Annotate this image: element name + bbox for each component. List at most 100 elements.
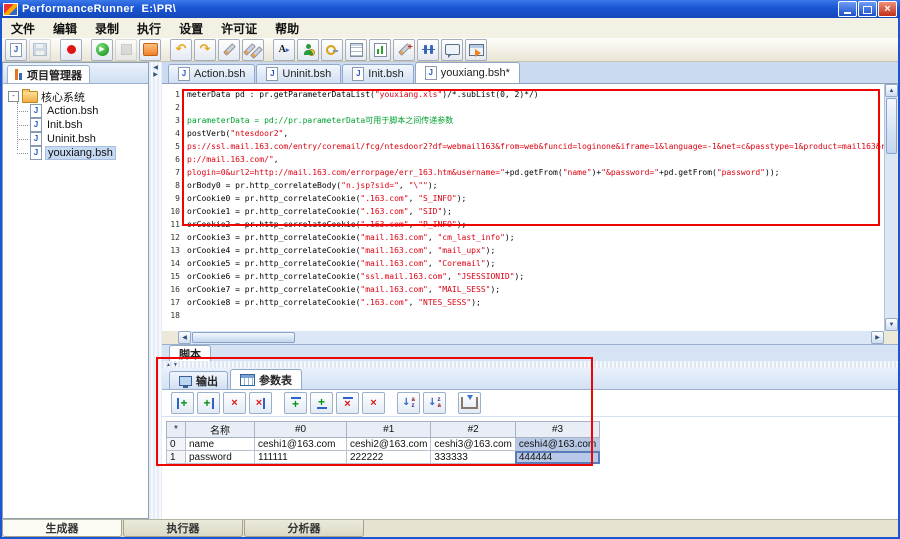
line-number: 10 xyxy=(162,205,180,218)
table-cell[interactable]: ceshi1@163.com xyxy=(255,438,347,451)
column-header[interactable]: * xyxy=(167,422,186,438)
tab-param-table[interactable]: 参数表 xyxy=(230,369,302,389)
tab-uninit[interactable]: JUninit.bsh xyxy=(256,64,341,83)
code-area[interactable]: meterData pd : pr.getParameterDataList("… xyxy=(187,88,884,331)
new-script-button[interactable]: J xyxy=(5,39,27,61)
insert-col-before-button[interactable]: + xyxy=(171,392,194,414)
tab-action[interactable]: JAction.bsh xyxy=(168,64,255,83)
row-index-cell[interactable]: 0 xyxy=(167,438,186,451)
tab-script[interactable]: 脚本 xyxy=(169,345,211,361)
horizontal-scroll-thumb[interactable] xyxy=(192,332,295,343)
code-line: orCookie5 = pr.http_correlateCookie("mai… xyxy=(187,257,884,270)
column-header[interactable]: #2 xyxy=(431,422,515,438)
vertical-splitter[interactable]: ◀ ▶ xyxy=(149,62,162,519)
scroll-up-icon[interactable]: ▲ xyxy=(885,84,898,97)
slider-settings-button[interactable] xyxy=(417,39,439,61)
menu-record[interactable]: 录制 xyxy=(86,20,128,37)
collapse-right-icon[interactable]: ▶ xyxy=(153,72,158,79)
vertical-scroll-thumb[interactable] xyxy=(886,98,897,154)
collapse-icon[interactable]: - xyxy=(8,91,19,102)
tree-item-init-bsh[interactable]: JInit.bsh xyxy=(17,118,146,132)
code-editor[interactable]: 123456789101112131415161718 meterData pd… xyxy=(162,84,884,331)
font-button[interactable]: A▸ xyxy=(273,39,295,61)
tab-generator[interactable]: 生成器 xyxy=(2,520,122,537)
menu-file[interactable]: 文件 xyxy=(2,20,44,37)
code-line: orCookie2 = pr.http_correlateCookie(".16… xyxy=(187,218,884,231)
tab-analyzer[interactable]: 分析器 xyxy=(244,520,364,537)
table-cell[interactable]: ceshi2@163.com xyxy=(347,438,431,451)
table-cell[interactable]: 111111 xyxy=(255,451,347,464)
insert-row-above-button[interactable]: + xyxy=(284,392,307,414)
line-number: 9 xyxy=(162,192,180,205)
tab-output[interactable]: 输出 xyxy=(169,371,228,389)
column-header[interactable]: #3 xyxy=(515,422,599,438)
comment-button[interactable] xyxy=(441,39,463,61)
column-header[interactable]: #0 xyxy=(255,422,347,438)
undo-button[interactable]: ↶ xyxy=(170,39,192,61)
close-button[interactable]: × xyxy=(878,1,897,17)
insert-col-after-button[interactable]: + xyxy=(197,392,220,414)
run-button[interactable]: ▶ xyxy=(91,39,113,61)
table-cell[interactable]: 333333 xyxy=(431,451,515,464)
scroll-right-icon[interactable]: ▶ xyxy=(871,331,884,344)
menu-help[interactable]: 帮助 xyxy=(266,20,308,37)
table-cell[interactable]: ceshi4@163.com xyxy=(515,438,599,451)
tab-executor[interactable]: 执行器 xyxy=(123,520,243,537)
tree-item-youxiang-bsh[interactable]: Jyouxiang.bsh xyxy=(17,146,146,160)
edit-form-button[interactable] xyxy=(345,39,367,61)
sort-desc-button[interactable]: ↓za xyxy=(423,392,446,414)
sort-asc-button[interactable]: ↓az xyxy=(397,392,420,414)
delete-row-button[interactable]: × xyxy=(336,392,359,414)
delete-col-button[interactable]: × xyxy=(223,392,246,414)
export-icon xyxy=(469,44,484,56)
tree-root[interactable]: - 核心系统 xyxy=(8,89,146,104)
export-window-button[interactable] xyxy=(465,39,487,61)
insert-row-below-button[interactable]: + xyxy=(310,392,333,414)
collapse-down-icon[interactable]: ▼ xyxy=(173,362,178,368)
insert-multi-function-button[interactable] xyxy=(242,39,264,61)
tab-init[interactable]: JInit.bsh xyxy=(342,64,413,83)
code-line xyxy=(187,309,884,322)
table-cell[interactable]: 222222 xyxy=(347,451,431,464)
restore-button[interactable] xyxy=(858,1,877,17)
menu-license[interactable]: 许可证 xyxy=(212,20,266,37)
tree-item-uninit-bsh[interactable]: JUninit.bsh xyxy=(17,132,146,146)
row-index-cell[interactable]: 1 xyxy=(167,451,186,464)
scroll-left-icon[interactable]: ◀ xyxy=(178,331,191,344)
delete-rows-button[interactable]: × xyxy=(362,392,385,414)
editor-horizontal-scrollbar[interactable]: ◀ ▶ xyxy=(178,331,884,344)
code-line: orCookie3 = pr.http_correlateCookie("mai… xyxy=(187,231,884,244)
collapse-up-icon[interactable]: ▲ xyxy=(166,362,171,368)
pause-button[interactable] xyxy=(139,39,161,61)
menu-settings[interactable]: 设置 xyxy=(170,20,212,37)
record-button[interactable] xyxy=(60,39,82,61)
collapse-left-icon[interactable]: ◀ xyxy=(153,65,158,72)
column-header[interactable]: 名称 xyxy=(186,422,255,438)
table-cell[interactable]: password xyxy=(186,451,255,464)
erase-button[interactable]: × xyxy=(393,39,415,61)
tab-youxiang[interactable]: Jyouxiang.bsh* xyxy=(415,62,520,83)
report-button[interactable] xyxy=(369,39,391,61)
save-icon xyxy=(33,43,47,56)
table-cell[interactable]: ceshi3@163.com xyxy=(431,438,515,451)
column-header[interactable]: #1 xyxy=(347,422,431,438)
table-cell[interactable]: 444444 xyxy=(515,451,599,464)
delete-cols-button[interactable]: × xyxy=(249,392,272,414)
horizontal-splitter[interactable]: ▲ ▼ xyxy=(162,361,898,368)
tab-project-manager[interactable]: 项目管理器 xyxy=(7,65,90,83)
table-cell[interactable]: name xyxy=(186,438,255,451)
redo-button[interactable]: ↷ xyxy=(194,39,216,61)
correlate-key-button[interactable] xyxy=(321,39,343,61)
insert-function-button[interactable] xyxy=(218,39,240,61)
pause-icon xyxy=(143,43,158,56)
menu-edit[interactable]: 编辑 xyxy=(44,20,86,37)
line-number: 16 xyxy=(162,283,180,296)
menu-run[interactable]: 执行 xyxy=(128,20,170,37)
tree-item-action-bsh[interactable]: JAction.bsh xyxy=(17,104,146,118)
vuser-clock-button[interactable] xyxy=(297,39,319,61)
editor-vertical-scrollbar[interactable]: ▲ ▼ xyxy=(884,84,897,331)
scroll-down-icon[interactable]: ▼ xyxy=(885,318,898,331)
import-button[interactable] xyxy=(458,392,481,414)
code-line: p://mail.163.com/", xyxy=(187,153,884,166)
minimize-button[interactable] xyxy=(838,1,857,17)
